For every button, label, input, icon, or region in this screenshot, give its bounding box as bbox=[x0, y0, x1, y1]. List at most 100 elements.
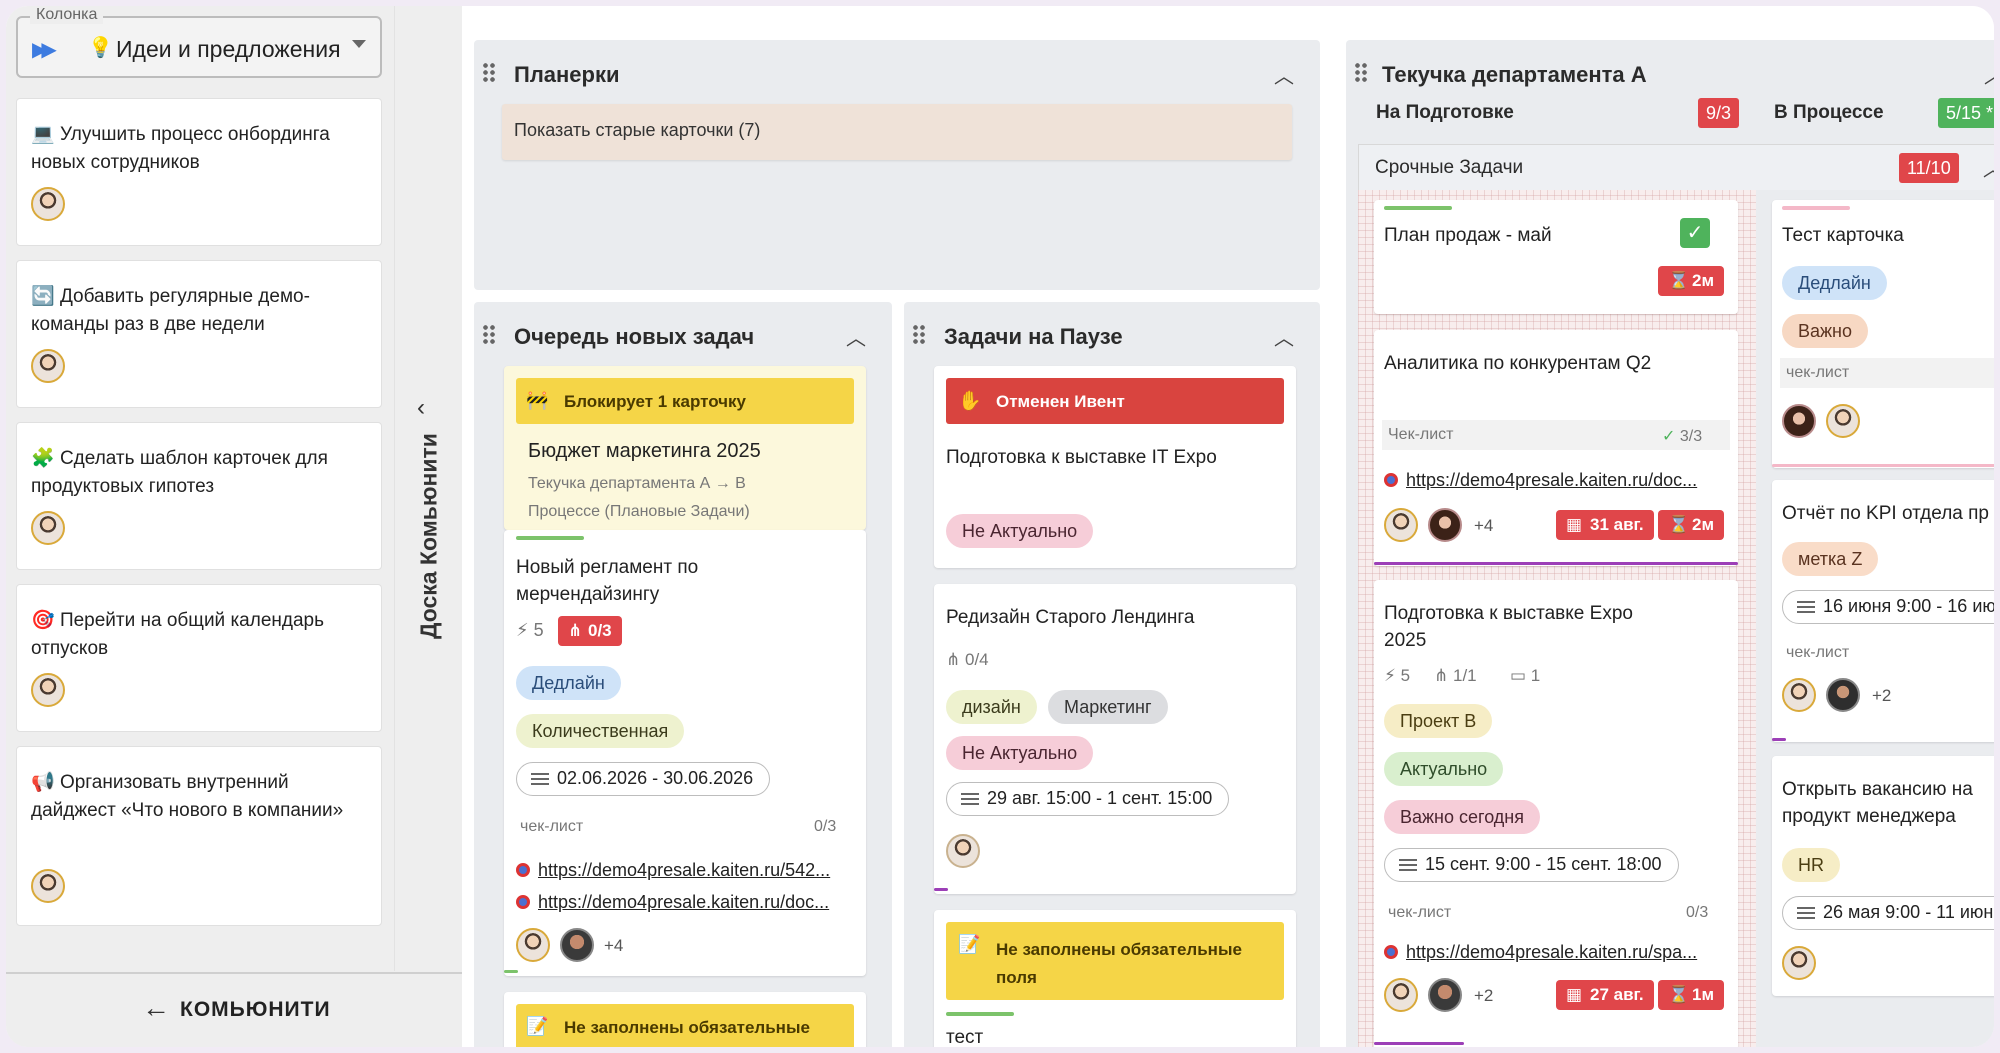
card[interactable]: 📝 Не заполнены обязательные bbox=[504, 992, 866, 1047]
date-range: 29 авг. 15:00 - 1 сент. 15:00 bbox=[946, 782, 1230, 816]
avatar[interactable] bbox=[31, 187, 65, 221]
avatar[interactable] bbox=[1384, 508, 1418, 542]
timer-value: 2м bbox=[1692, 515, 1715, 534]
avatar[interactable] bbox=[31, 349, 65, 383]
show-old-cards-button[interactable]: Показать старые карточки (7) bbox=[502, 104, 1292, 160]
chevron-up-icon[interactable]: ︿ bbox=[846, 322, 866, 351]
card-color-stripe bbox=[1384, 206, 1452, 210]
avatar[interactable] bbox=[560, 928, 594, 962]
chevron-up-icon[interactable]: ︿ bbox=[1983, 153, 1994, 182]
avatar[interactable] bbox=[1782, 404, 1816, 438]
avatar[interactable] bbox=[516, 928, 550, 962]
lane-title: Планерки bbox=[514, 62, 620, 87]
swimlane-header[interactable]: Срочные Задачи 11/10 ︿ bbox=[1358, 144, 1994, 190]
memo-icon: 📝 bbox=[526, 1016, 549, 1036]
memo-icon: 📝 bbox=[958, 934, 981, 954]
card[interactable]: 🚧 Блокирует 1 карточку Бюджет маркетинга… bbox=[504, 366, 866, 530]
card[interactable]: Подготовка к выставке Expo 2025 ⚡ 5 ⋔ 1/… bbox=[1374, 580, 1738, 1047]
checklist-label: чек-лист bbox=[1388, 904, 1452, 921]
card[interactable]: Новый регламент по мерчендайзингу ⚡ 5 ⋔ 0… bbox=[504, 530, 866, 976]
card[interactable]: Открыть вакансию на продукт менеджера HR… bbox=[1772, 756, 1994, 996]
tag-design: дизайн bbox=[946, 690, 1037, 724]
card-title: тест bbox=[946, 1027, 984, 1048]
card-title: Организовать внутренний дайджест «Что но… bbox=[31, 772, 344, 821]
community-button[interactable]: ← КОМЬЮНИТИ bbox=[6, 972, 462, 1047]
card-link[interactable]: https://demo4presale.kaiten.ru/doc... bbox=[1384, 470, 1730, 491]
chevron-up-icon[interactable]: ︿ bbox=[1274, 60, 1294, 89]
subtasks-badge: ⋔ 0/3 bbox=[558, 616, 622, 646]
checklist-bar[interactable]: Чек-лист ✓ 3/3 bbox=[1382, 420, 1730, 450]
cancelled-banner: ✋ Отменен Ивент bbox=[946, 378, 1284, 424]
timer-badge: ⌛ 2м bbox=[1658, 266, 1725, 296]
chevron-down-icon bbox=[352, 40, 366, 48]
card[interactable]: План продаж - май ✓ ⌛ 2м bbox=[1374, 200, 1738, 314]
avatar[interactable] bbox=[31, 869, 65, 903]
card-link[interactable]: https://demo4presale.kaiten.ru/542... bbox=[516, 860, 856, 881]
date-range: 16 июня 9:00 - 16 ию bbox=[1782, 590, 1996, 624]
hourglass-icon: ⌛ bbox=[1668, 985, 1690, 1004]
card[interactable]: Аналитика по конкурентам Q2 Чек-лист ✓ 3… bbox=[1374, 330, 1738, 566]
card[interactable]: Отчёт по KPI отдела пр метка Z 16 июня 9… bbox=[1772, 480, 1996, 742]
checklist-bar[interactable]: чек-лист bbox=[1780, 358, 1994, 388]
avatar[interactable] bbox=[946, 834, 980, 868]
link-icon bbox=[1384, 473, 1398, 487]
list-item[interactable]: 💻 Улучшить процесс онбординга новых сотр… bbox=[16, 98, 382, 246]
tag-quantitative: Количественная bbox=[516, 714, 685, 748]
card-title: Улучшить процесс онбординга новых сотруд… bbox=[31, 124, 330, 173]
card[interactable]: Редизайн Старого Лендинга ⋔ 0/4 дизайн М… bbox=[934, 584, 1296, 894]
barrier-icon: 🚧 bbox=[526, 390, 549, 410]
avatar[interactable] bbox=[31, 673, 65, 707]
avatar[interactable] bbox=[1428, 978, 1462, 1012]
subtasks-icon: ⋔ bbox=[946, 650, 961, 669]
card[interactable]: 📝 Не заполнены обязательные поля тест bbox=[934, 910, 1296, 1048]
lightbulb-icon: 💡 bbox=[88, 37, 113, 59]
checklist-label: Чек-лист bbox=[1388, 426, 1454, 443]
chevron-up-icon[interactable]: ︿ bbox=[1984, 60, 1994, 89]
avatar[interactable] bbox=[1384, 978, 1418, 1012]
blocking-banner-label: Блокирует 1 карточку bbox=[564, 392, 747, 411]
due-date-badge: ▦ 27 авг. bbox=[1556, 980, 1654, 1010]
list-item[interactable]: 🧩 Сделать шаблон карточек для продуктовы… bbox=[16, 422, 382, 570]
subtasks-icon: ⋔ bbox=[568, 621, 583, 640]
link-icon bbox=[516, 895, 530, 909]
avatar[interactable] bbox=[1428, 508, 1462, 542]
board-name: Доска Комьюнити bbox=[415, 433, 442, 639]
drag-handle-icon[interactable] bbox=[912, 324, 926, 346]
card-title: Подготовка к выставке IT Expo bbox=[946, 447, 1217, 468]
list-item[interactable]: 📢 Организовать внутренний дайджест «Что … bbox=[16, 746, 382, 926]
date-range: 15 сент. 9:00 - 15 сент. 18:00 bbox=[1384, 848, 1679, 882]
subtasks-count: 0/3 bbox=[588, 621, 612, 640]
drag-handle-icon[interactable] bbox=[482, 62, 496, 84]
avatar[interactable] bbox=[31, 511, 65, 545]
cancelled-banner-label: Отменен Ивент bbox=[996, 392, 1125, 411]
date-range-text: 16 июня 9:00 - 16 ию bbox=[1823, 596, 1996, 616]
avatar[interactable] bbox=[1782, 678, 1816, 712]
column-select[interactable]: Колонка ▶▶ 💡 Идеи и предложения bbox=[16, 6, 382, 78]
board-side-strip[interactable]: ‹ Доска Комьюнити bbox=[394, 6, 462, 971]
card[interactable]: ✋ Отменен Ивент Подготовка к выставке IT… bbox=[934, 366, 1296, 568]
chevron-left-icon[interactable]: ‹ bbox=[417, 394, 425, 422]
avatar[interactable] bbox=[1826, 678, 1860, 712]
chevron-up-icon[interactable]: ︿ bbox=[1274, 322, 1294, 351]
card-link[interactable]: https://demo4presale.kaiten.ru/spa... bbox=[1384, 942, 1730, 963]
card-link[interactable]: https://demo4presale.kaiten.ru/doc... bbox=[516, 892, 856, 913]
required-fields-label: Не заполнены обязательные bbox=[564, 1018, 810, 1037]
card[interactable]: Тест карточка Дедлайн Важно чек-лист bbox=[1772, 200, 1994, 468]
wip-counter: 5/15 * bbox=[1938, 98, 1994, 128]
subtasks-icon: ⋔ bbox=[1434, 666, 1449, 685]
avatar[interactable] bbox=[1826, 404, 1860, 438]
drag-handle-icon[interactable] bbox=[1354, 62, 1368, 84]
lane-planerki: Планерки ︿ Показать старые карточки (7) bbox=[474, 40, 1320, 290]
lane-title: Задачи на Паузе bbox=[944, 324, 1123, 349]
required-fields-banner: 📝 Не заполнены обязательные bbox=[516, 1004, 854, 1047]
hourglass-icon: ⌛ bbox=[1668, 515, 1690, 534]
list-item[interactable]: 🔄 Добавить регулярные демо-команды раз в… bbox=[16, 260, 382, 408]
lines-icon bbox=[1797, 907, 1815, 919]
board: Планерки ︿ Показать старые карточки (7) … bbox=[462, 6, 1996, 1047]
avatar[interactable] bbox=[1782, 946, 1816, 980]
subtasks-count: 0/4 bbox=[964, 650, 989, 669]
drag-handle-icon[interactable] bbox=[482, 324, 496, 346]
blocking-banner: 🚧 Блокирует 1 карточку bbox=[516, 378, 854, 424]
tag-project-b: Проект В bbox=[1384, 704, 1493, 738]
list-item[interactable]: 🎯 Перейти на общий календарь отпусков bbox=[16, 584, 382, 732]
